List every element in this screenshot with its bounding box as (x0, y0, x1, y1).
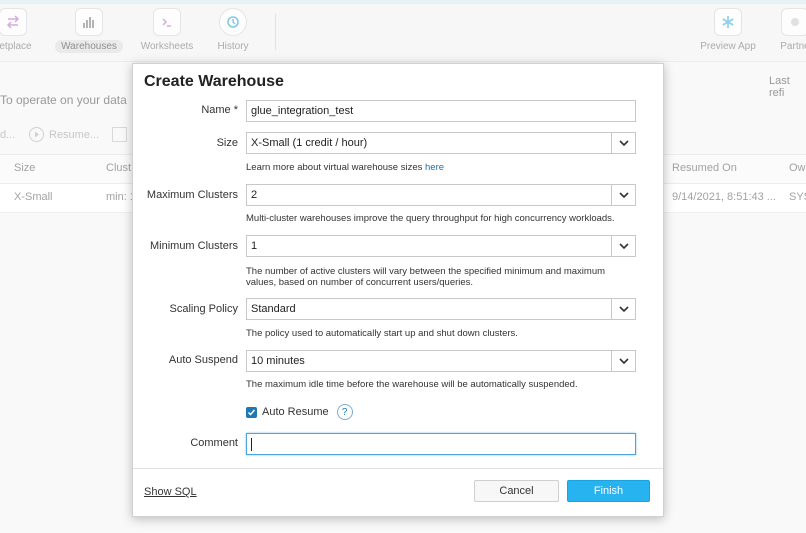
min-clusters-label: Minimum Clusters (149, 240, 238, 252)
size-label: Size (216, 137, 238, 149)
chevron-down-icon[interactable] (611, 299, 635, 319)
size-select[interactable]: X-Small (1 credit / hour) (246, 132, 636, 154)
dialog-footer-divider (133, 468, 663, 469)
scaling-policy-label: Scaling Policy (169, 303, 238, 315)
scaling-policy-select[interactable]: Standard (246, 298, 636, 320)
auto-resume-checkbox[interactable] (246, 406, 257, 418)
name-label-text: Name (201, 104, 231, 116)
max-clusters-label: Maximum Clusters (146, 189, 238, 201)
chevron-down-icon[interactable] (611, 236, 635, 256)
finish-button[interactable]: Finish (567, 480, 650, 502)
dialog-title: Create Warehouse (144, 73, 284, 90)
chevron-down-icon[interactable] (611, 185, 635, 205)
create-warehouse-dialog: Create Warehouse Name * glue_integration… (132, 63, 664, 517)
min-clusters-value: 1 (251, 240, 258, 252)
min-clusters-select[interactable]: 1 (246, 235, 636, 257)
auto-suspend-help: The maximum idle time before the warehou… (246, 379, 578, 390)
min-clusters-help-line2: values, based on number of concurrent us… (246, 277, 474, 288)
auto-suspend-label: Auto Suspend (168, 354, 238, 366)
auto-resume-label[interactable]: Auto Resume (262, 406, 329, 418)
auto-resume-row: Auto Resume ? (246, 404, 353, 420)
min-clusters-help-line1: The number of active clusters will vary … (246, 266, 606, 277)
size-help-text: Learn more about virtual warehouse sizes (246, 162, 423, 173)
name-label: Name * (201, 104, 238, 116)
text-caret (251, 438, 252, 451)
cancel-button[interactable]: Cancel (474, 480, 559, 502)
size-help: Learn more about virtual warehouse sizes… (246, 162, 646, 173)
auto-suspend-value: 10 minutes (251, 355, 305, 367)
size-select-value: X-Small (1 credit / hour) (251, 137, 368, 149)
name-input-value: glue_integration_test (251, 105, 354, 117)
scaling-policy-help: The policy used to automatically start u… (246, 328, 518, 339)
check-icon (247, 409, 256, 416)
name-input[interactable]: glue_integration_test (246, 100, 636, 122)
size-help-link[interactable]: here (425, 162, 444, 173)
scaling-policy-value: Standard (251, 303, 296, 315)
comment-input[interactable] (246, 433, 636, 455)
help-question-icon[interactable]: ? (336, 404, 353, 420)
max-clusters-select[interactable]: 2 (246, 184, 636, 206)
comment-label: Comment (190, 437, 238, 449)
show-sql-link[interactable]: Show SQL (144, 486, 197, 498)
chevron-down-icon[interactable] (611, 351, 635, 371)
auto-suspend-select[interactable]: 10 minutes (246, 350, 636, 372)
required-mark: * (233, 104, 238, 116)
max-clusters-help: Multi-cluster warehouses improve the que… (246, 213, 615, 224)
max-clusters-value: 2 (251, 189, 258, 201)
min-clusters-help: The number of active clusters will vary … (246, 266, 646, 288)
chevron-down-icon[interactable] (611, 133, 635, 153)
